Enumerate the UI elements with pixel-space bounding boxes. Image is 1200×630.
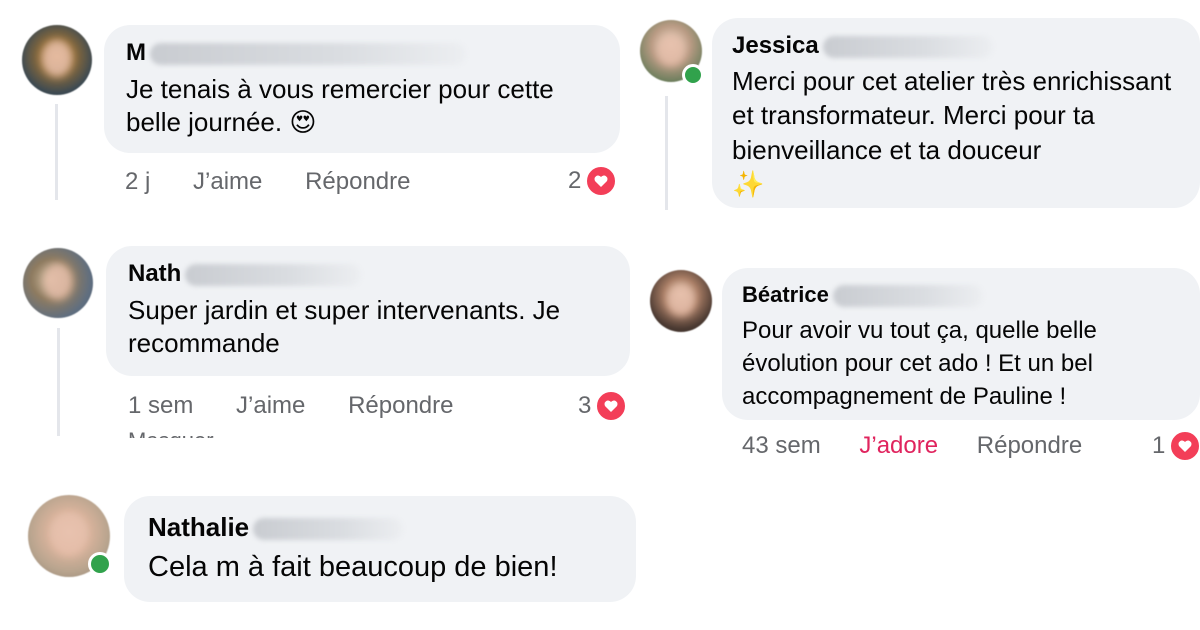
comment-time[interactable]: 1 sem xyxy=(128,392,193,419)
reply-button[interactable]: Répondre xyxy=(305,168,410,195)
sparkles-emoji-icon: ✨ xyxy=(732,169,765,200)
hide-replies-link[interactable]: Masquer xyxy=(128,430,238,438)
comment-bubble: Nathalie Cela m à fait beaucoup de bien! xyxy=(124,496,636,602)
comment-author[interactable]: Jessica xyxy=(732,32,993,60)
comment-bubble: Nath Super jardin et super intervenants.… xyxy=(106,246,630,376)
blurred-name xyxy=(253,518,404,541)
comment-time[interactable]: 2 j xyxy=(125,168,150,195)
reaction-count: 1 xyxy=(1152,432,1166,459)
comment-actions: 1 sem J’aime Répondre xyxy=(128,392,485,420)
comment-actions: 2 j J’aime Répondre xyxy=(125,168,442,196)
like-button[interactable]: J’aime xyxy=(236,392,305,419)
comment-author[interactable]: Nath xyxy=(128,260,362,288)
comment-bubble: Jessica Merci pour cet atelier très enri… xyxy=(712,18,1200,208)
comment-bubble: Béatrice Pour avoir vu tout ça, quelle b… xyxy=(722,268,1200,420)
comment-text: Cela m à fait beaucoup de bien! xyxy=(148,551,558,583)
reply-button[interactable]: Répondre xyxy=(348,392,453,419)
avatar[interactable] xyxy=(22,25,92,95)
comment-author[interactable]: Nathalie xyxy=(148,512,404,543)
comment-actions: 43 sem J’adore Répondre xyxy=(742,432,1114,460)
thread-line xyxy=(57,328,60,436)
blurred-name xyxy=(150,42,466,65)
comment-bubble: M Je tenais à vous remercier pour cette … xyxy=(104,25,620,153)
reaction-summary[interactable]: 3 xyxy=(578,390,628,422)
comment-author[interactable]: Béatrice xyxy=(742,282,983,308)
thread-line xyxy=(665,96,668,210)
reaction-count: 2 xyxy=(568,167,582,194)
comment-text: Merci pour cet atelier très enrichissant… xyxy=(732,66,1172,200)
comment-text: Je tenais à vous remercier pour cette be… xyxy=(126,74,554,138)
comment-text: Pour avoir vu tout ça, quelle belle évol… xyxy=(742,317,1097,411)
reply-button[interactable]: Répondre xyxy=(977,432,1082,459)
thread-line xyxy=(55,104,58,200)
comment-text: Super jardin et super intervenants. Je r… xyxy=(128,295,561,358)
avatar[interactable] xyxy=(650,270,712,332)
blurred-name xyxy=(185,263,362,286)
blurred-name xyxy=(822,35,993,58)
love-reaction-label[interactable]: J’adore xyxy=(859,432,938,459)
reaction-summary[interactable]: 1 xyxy=(1152,430,1200,462)
reaction-count: 3 xyxy=(578,392,592,419)
blurred-name xyxy=(832,285,983,308)
heart-icon xyxy=(595,390,628,422)
heart-icon xyxy=(1169,430,1200,462)
avatar[interactable] xyxy=(23,248,93,318)
online-status-icon xyxy=(88,552,112,576)
reaction-summary[interactable]: 2 xyxy=(568,165,618,197)
like-button[interactable]: J’aime xyxy=(193,168,262,195)
comment-author[interactable]: M xyxy=(126,39,466,67)
heart-eyes-emoji-icon: 😍 xyxy=(289,107,317,138)
comment-time[interactable]: 43 sem xyxy=(742,432,821,459)
online-status-icon xyxy=(682,64,704,86)
heart-icon xyxy=(585,165,618,197)
